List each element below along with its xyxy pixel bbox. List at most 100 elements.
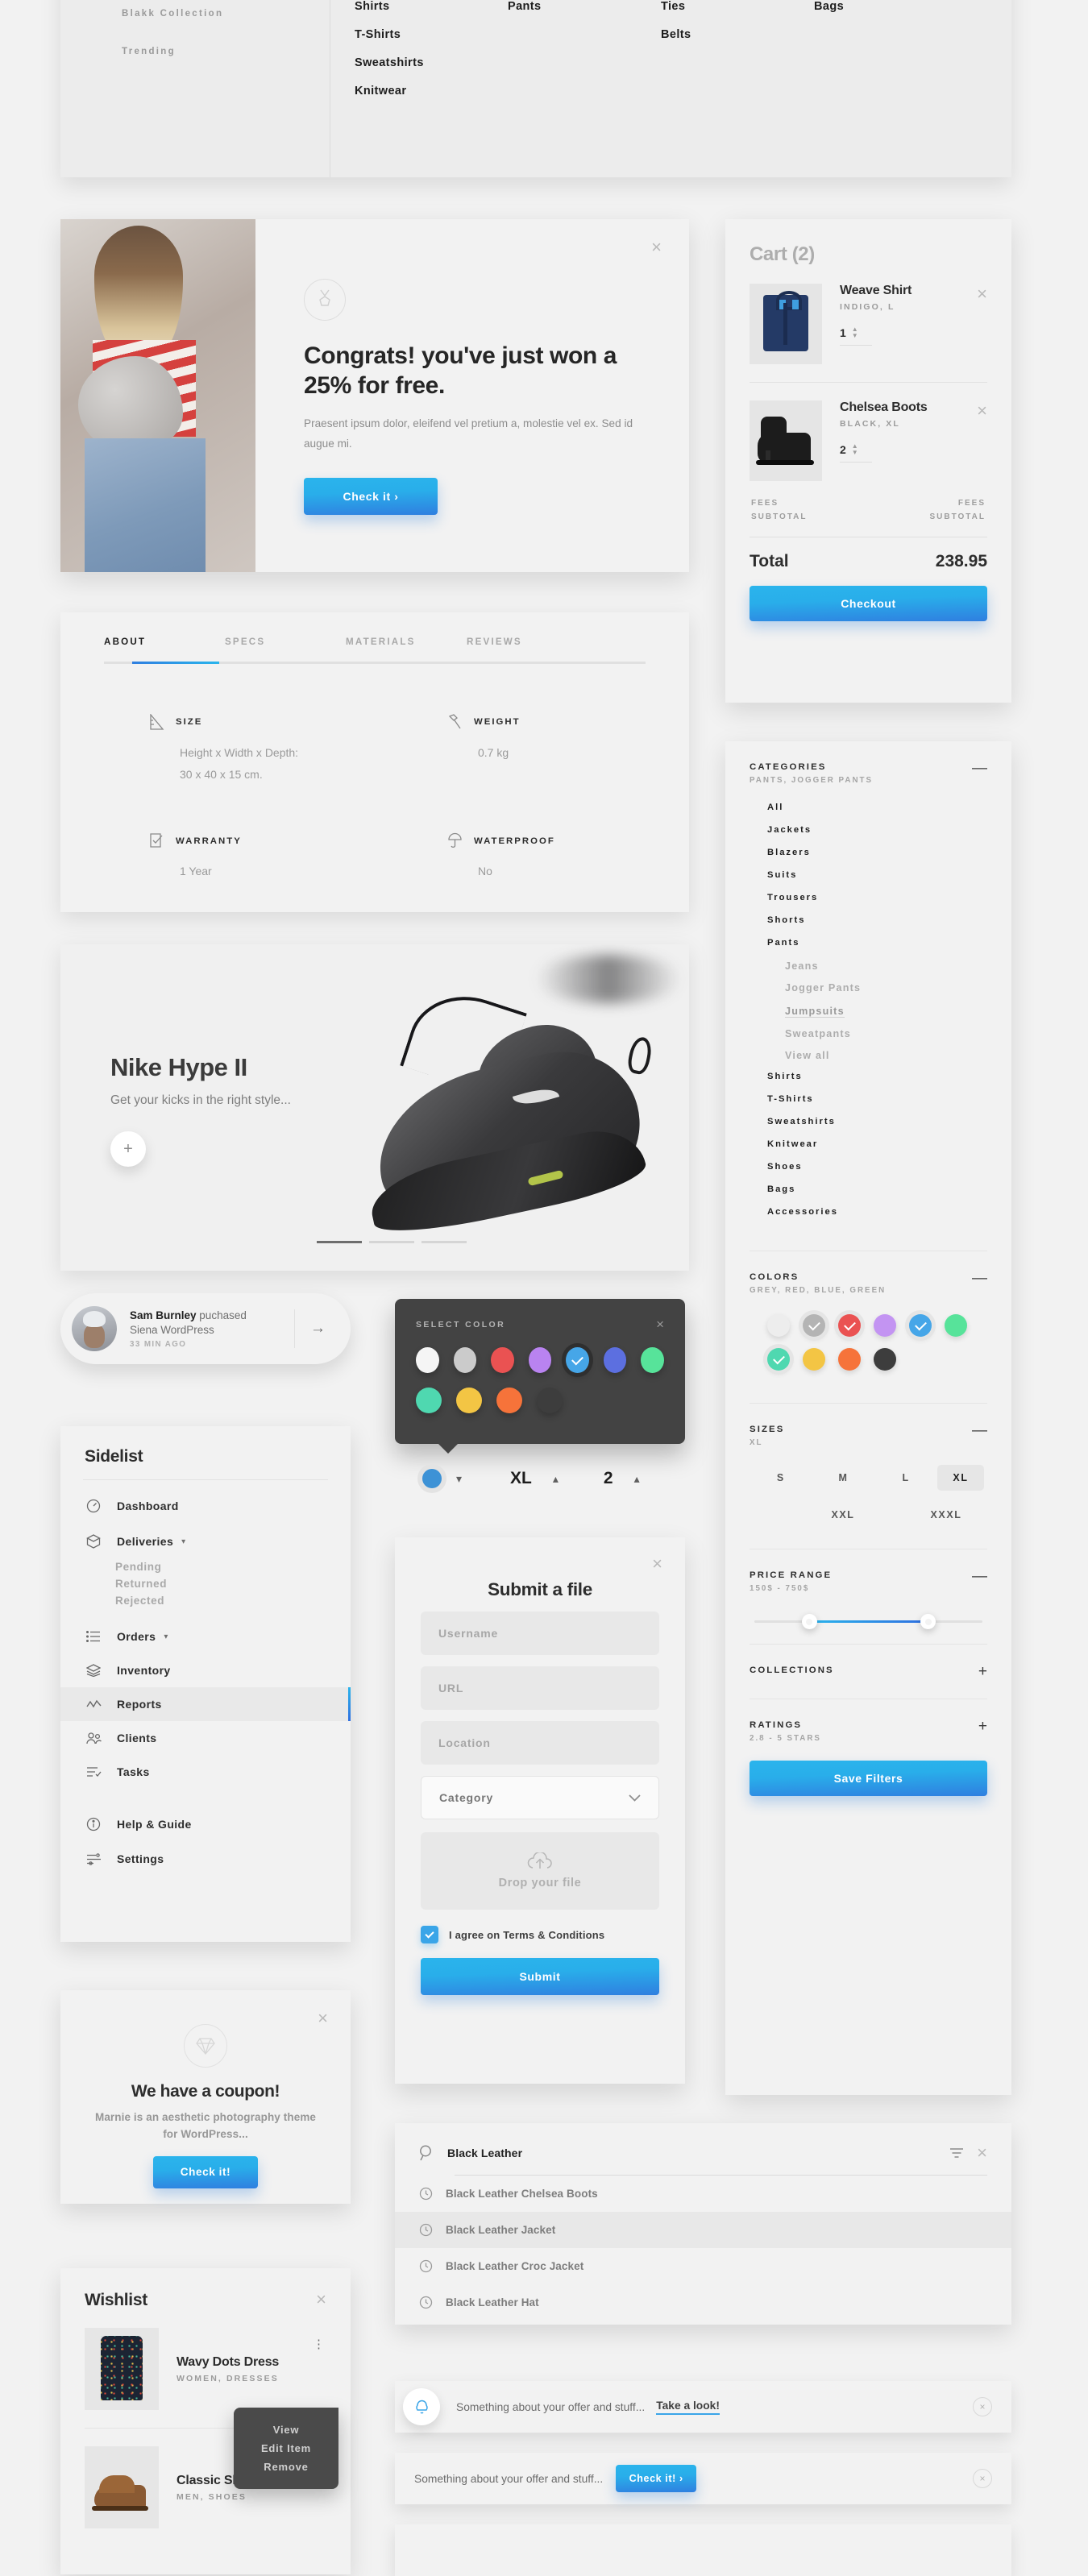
mega-menu-link[interactable]: Belts	[661, 28, 790, 41]
search-suggestion[interactable]: Black Leather Croc Jacket	[395, 2248, 1011, 2284]
color-filter-swatch[interactable]	[803, 1348, 825, 1371]
size-option-l[interactable]: L	[874, 1465, 937, 1491]
color-filter-swatch[interactable]	[803, 1314, 825, 1337]
category-item[interactable]: Accessories	[767, 1207, 987, 1217]
category-item[interactable]: Shoes	[767, 1162, 987, 1172]
chevron-up-icon[interactable]: ▴	[553, 1472, 559, 1486]
sidebar-subitem-rejected[interactable]: Rejected	[115, 1595, 351, 1607]
category-subitem-active[interactable]: Jumpsuits	[785, 1006, 845, 1018]
sidebar-item-reports[interactable]: Reports	[60, 1687, 351, 1721]
category-item[interactable]: Trousers	[767, 893, 987, 902]
sidebar-item-inventory[interactable]: Inventory	[60, 1653, 351, 1687]
quantity-stepper[interactable]: 2 ▲ ▼	[840, 443, 872, 463]
color-filter-swatch[interactable]	[838, 1314, 861, 1337]
category-select[interactable]: Category	[421, 1776, 659, 1819]
mega-menu-link[interactable]: T-Shirts	[355, 28, 484, 41]
category-item[interactable]: Blazers	[767, 848, 987, 857]
chevron-up-icon[interactable]: ▴	[634, 1472, 640, 1486]
close-icon[interactable]: ×	[973, 2397, 992, 2416]
close-icon[interactable]: ×	[318, 2010, 328, 2027]
category-subitem[interactable]: Sweatpants	[785, 1028, 987, 1039]
sidebar-item-dashboard[interactable]: Dashboard	[60, 1488, 351, 1524]
category-item[interactable]: Bags	[767, 1184, 987, 1194]
arrow-right-icon[interactable]: →	[294, 1309, 341, 1348]
chevron-down-icon[interactable]: ▾	[181, 1537, 185, 1546]
collapse-toggle-icon[interactable]: —	[972, 1423, 987, 1438]
color-swatch[interactable]	[603, 1347, 627, 1373]
collapse-toggle-icon[interactable]: —	[972, 1569, 987, 1584]
color-swatch[interactable]	[528, 1347, 552, 1373]
color-filter-swatch[interactable]	[909, 1314, 932, 1337]
category-item[interactable]: T-Shirts	[767, 1094, 987, 1104]
submit-button[interactable]: Submit	[421, 1958, 659, 1995]
quantity-stepper[interactable]: 1 ▲ ▼	[840, 326, 872, 346]
color-swatch[interactable]	[491, 1347, 514, 1373]
mega-menu-left-item[interactable]: Blakk Collection	[122, 9, 330, 19]
close-icon[interactable]: ×	[656, 1317, 664, 1333]
stepper-icon[interactable]: ▲ ▼	[852, 443, 858, 456]
tab-about[interactable]: About	[104, 637, 225, 647]
add-to-cart-button[interactable]: +	[110, 1131, 146, 1167]
sidebar-item-deliveries[interactable]: Deliveries ▾	[60, 1524, 351, 1559]
coupon-check-button[interactable]: Check it!	[153, 2155, 258, 2188]
collapse-toggle-icon[interactable]: —	[972, 761, 987, 776]
sidebar-item-clients[interactable]: Clients	[60, 1721, 351, 1755]
terms-checkbox[interactable]	[421, 1926, 438, 1943]
color-swatch[interactable]	[641, 1347, 665, 1373]
price-range-slider[interactable]	[750, 1593, 987, 1644]
color-swatch[interactable]	[496, 1388, 522, 1413]
close-icon[interactable]: ×	[973, 2469, 992, 2488]
size-option-xxl[interactable]: XXL	[791, 1502, 895, 1528]
close-icon[interactable]: ×	[651, 239, 662, 257]
mega-menu-link[interactable]: Bags	[814, 0, 943, 13]
search-input[interactable]: Black Leather	[447, 2147, 936, 2159]
mega-menu-left-item[interactable]: Trending	[122, 47, 330, 56]
size-option-xl[interactable]: XL	[937, 1465, 985, 1491]
stepper-icon[interactable]: ▲ ▼	[852, 326, 858, 339]
mega-menu-link[interactable]: Sweatshirts	[355, 56, 484, 69]
color-swatch[interactable]	[416, 1347, 439, 1373]
size-option-xxxl[interactable]: XXXL	[895, 1502, 998, 1528]
color-swatch[interactable]	[456, 1388, 482, 1413]
chevron-down-icon[interactable]: ▾	[164, 1632, 168, 1641]
context-menu-item-edit[interactable]: Edit Item	[234, 2439, 338, 2458]
slider-knob-max[interactable]	[920, 1614, 936, 1629]
close-icon[interactable]: ×	[977, 2144, 987, 2162]
chevron-down-icon[interactable]: ▾	[456, 1472, 462, 1486]
category-item[interactable]: Shirts	[767, 1072, 987, 1081]
category-subitem[interactable]: View all	[785, 1050, 987, 1061]
color-filter-swatch[interactable]	[874, 1348, 896, 1371]
category-subitem[interactable]: Jogger Pants	[785, 982, 987, 993]
category-item[interactable]: Sweatshirts	[767, 1117, 987, 1126]
mega-menu-link[interactable]: Pants	[508, 0, 637, 13]
carousel-dots[interactable]	[317, 1241, 467, 1243]
category-item[interactable]: Jackets	[767, 825, 987, 835]
size-option-m[interactable]: M	[812, 1465, 875, 1491]
close-icon[interactable]: ×	[652, 1555, 662, 1573]
tab-reviews[interactable]: Reviews	[467, 637, 588, 647]
color-swatch[interactable]	[537, 1388, 563, 1413]
color-filter-swatch[interactable]	[874, 1314, 896, 1337]
mega-menu-link[interactable]: Shirts	[355, 0, 484, 13]
save-filters-button[interactable]: Save Filters	[750, 1761, 987, 1797]
more-options-icon[interactable]: ⋮	[313, 2338, 325, 2350]
color-filter-swatch[interactable]	[767, 1314, 790, 1337]
category-item[interactable]: All	[767, 803, 987, 812]
mega-menu-link[interactable]: Ties	[661, 0, 790, 13]
check-it-button[interactable]: Check it ›	[304, 478, 438, 516]
search-suggestion-highlighted[interactable]: Black Leather Jacket	[395, 2212, 1011, 2248]
sidebar-item-orders[interactable]: Orders ▾	[60, 1620, 351, 1653]
color-swatch[interactable]	[416, 1388, 442, 1413]
collapse-toggle-icon[interactable]: —	[972, 1271, 987, 1286]
category-item[interactable]: Shorts	[767, 915, 987, 925]
search-suggestion[interactable]: Black Leather Hat	[395, 2284, 1011, 2321]
tab-materials[interactable]: Materials	[346, 637, 467, 647]
category-item[interactable]: Pants	[767, 938, 987, 948]
color-filter-swatch[interactable]	[838, 1348, 861, 1371]
selected-color-swatch[interactable]	[422, 1469, 442, 1488]
slider-knob-min[interactable]	[801, 1614, 817, 1629]
expand-toggle-icon[interactable]: +	[978, 1664, 987, 1679]
category-item[interactable]: Knitwear	[767, 1139, 987, 1149]
checkout-button[interactable]: Checkout	[750, 586, 987, 621]
color-filter-swatch[interactable]	[767, 1348, 790, 1371]
